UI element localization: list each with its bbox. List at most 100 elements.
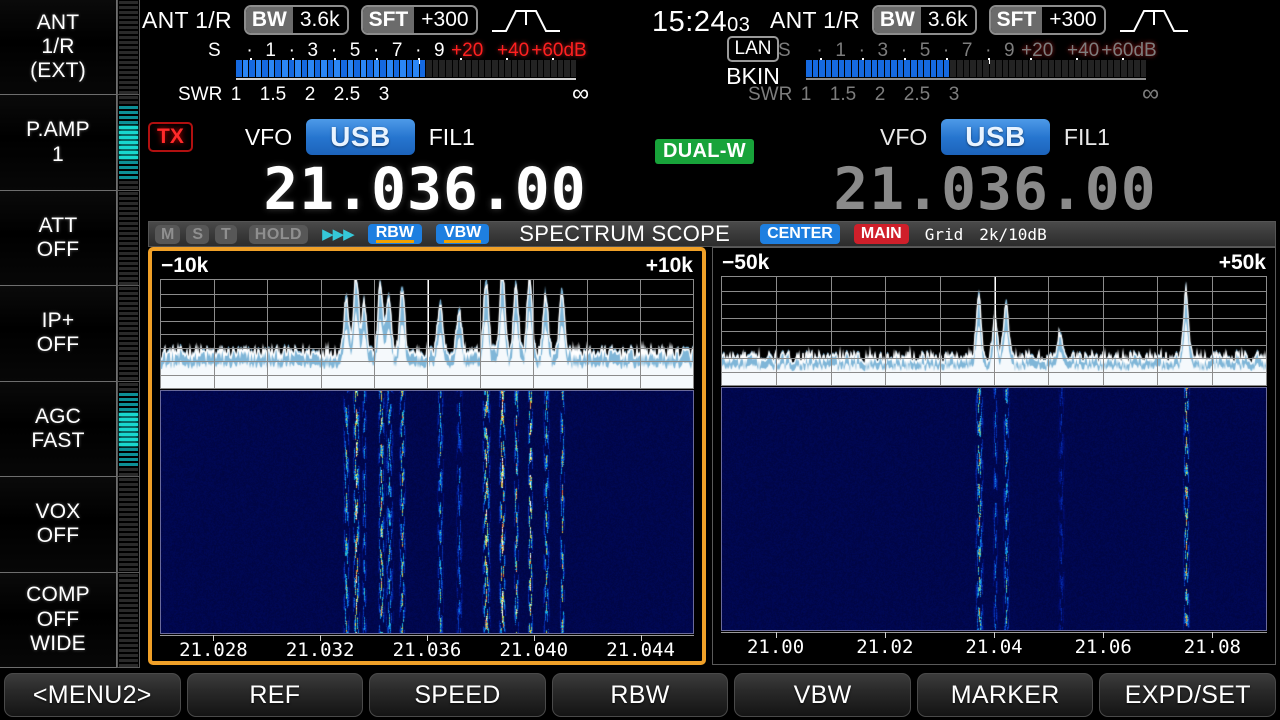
side-key-vox[interactable]: VOX OFF — [0, 476, 117, 573]
sub-filter-label[interactable]: FIL1 — [1064, 124, 1110, 151]
main-scope-tag[interactable]: MAIN — [853, 224, 909, 244]
smeter-segment — [1061, 60, 1068, 77]
sub-vfo-label[interactable]: VFO — [880, 124, 927, 151]
smeter-segment — [963, 60, 970, 77]
smeter-segment — [275, 60, 281, 77]
sub-antenna-label: ANT 1/R — [770, 6, 860, 33]
main-vfo-label[interactable]: VFO — [245, 124, 292, 151]
main-sft-indicator[interactable]: SFT +300 — [360, 5, 478, 35]
sub-spectrum-scope[interactable]: −50k +50k 21.00 21.02 21.04 21.06 21.08 — [712, 247, 1276, 665]
sub-sft-indicator[interactable]: SFT +300 — [988, 5, 1106, 35]
mini-button-t[interactable]: T — [215, 224, 237, 244]
mini-button-m[interactable]: M — [155, 224, 181, 244]
main-spectrum-scope[interactable]: −10k +10k 21.028 21.032 21.036 21.040 21.044 — [148, 247, 706, 665]
smeter-segment — [491, 60, 498, 77]
main-bw-indicator[interactable]: BW 3.6k — [243, 5, 349, 35]
sub-receiver-panel: ANT 1/R BW 3.6k SFT +300 S · 1 · 3 · 5 · 7 · 9 +20… — [710, 0, 1280, 223]
smeter-segment — [1029, 60, 1035, 77]
softkey-speed[interactable]: SPEED — [369, 673, 546, 717]
main-frequency-display[interactable]: 21.036.00 — [140, 155, 710, 223]
softkey-rbw[interactable]: RBW — [551, 673, 729, 717]
side-meter-agc — [117, 380, 140, 478]
smeter-segment — [904, 60, 910, 77]
smeter-segment — [937, 60, 943, 77]
main-swr-infinity: ∞ — [572, 80, 590, 107]
smeter-segment — [858, 60, 865, 77]
axis-label: 21.040 — [499, 639, 569, 661]
side-key-agc[interactable]: AGC FAST — [0, 380, 117, 478]
softkey-marker[interactable]: MARKER — [916, 673, 1094, 717]
sub-bw-indicator[interactable]: BW 3.6k — [871, 5, 977, 35]
smeter-segment — [1009, 60, 1015, 77]
smeter-segment — [1048, 60, 1055, 77]
side-key-pamp[interactable]: P.AMP 1 — [0, 94, 117, 191]
side-meter-ant — [117, 0, 140, 96]
side-key-att[interactable]: ATT OFF — [0, 189, 117, 287]
smeter-segment — [386, 60, 393, 77]
sub-frequency-display[interactable]: 21.036.00 — [710, 155, 1280, 223]
side-meter-ipplus — [117, 285, 140, 382]
side-key-ipplus[interactable]: IP+ OFF — [0, 285, 117, 382]
smeter-segment — [570, 60, 577, 77]
softkey-vbw[interactable]: VBW — [734, 673, 911, 717]
main-s-scale: · 1 · 3 · 5 · 7 · 9 +20 +40 +60dB — [236, 38, 586, 61]
side-meter-column — [117, 0, 140, 668]
main-scope-span-left: −10k — [161, 254, 209, 277]
side-meter-att — [117, 189, 140, 287]
axis-label: 21.08 — [1183, 636, 1241, 658]
softkey-expd-set[interactable]: EXPD/SET — [1099, 673, 1277, 717]
side-key-agc-line-0: AGC — [34, 404, 82, 428]
smeter-segment — [884, 60, 891, 77]
soft-key-bar: <MENU2> REF SPEED RBW VBW MARKER EXPD/SET — [0, 670, 1280, 720]
smeter-segment — [465, 60, 472, 77]
smeter-segment — [413, 60, 419, 77]
sub-mode-button[interactable]: USB — [941, 119, 1050, 155]
network-status: LAN BKIN — [715, 36, 791, 90]
smeter-segment — [367, 60, 373, 77]
side-key-ant-line-1: 1/R — [41, 35, 75, 59]
main-scope-plot — [160, 279, 694, 389]
main-filter-label[interactable]: FIL1 — [429, 124, 475, 151]
smeter-segment — [1114, 60, 1120, 77]
main-status-row: ANT 1/R BW 3.6k SFT +300 — [142, 4, 562, 36]
mini-button-s[interactable]: S — [186, 224, 209, 244]
side-key-pamp-line-0: P.AMP — [26, 118, 90, 142]
smeter-segment — [255, 60, 262, 77]
smeter-segment — [321, 60, 327, 77]
center-mode-tag[interactable]: CENTER — [760, 224, 840, 244]
swr-tick: 2 — [304, 84, 316, 105]
main-mode-button[interactable]: USB — [306, 119, 415, 155]
smeter-segment — [1055, 60, 1061, 77]
sub-scope-span-right: +50k — [1218, 251, 1266, 274]
smeter-segment — [1002, 60, 1009, 77]
sub-status-row: ANT 1/R BW 3.6k SFT +300 — [770, 4, 1190, 36]
axis-label: 21.00 — [746, 636, 805, 658]
main-receiver-panel: ANT 1/R BW 3.6k SFT +300 S · 1 · 3 · 5 · 7 · 9 +20… — [140, 0, 710, 223]
main-sft-key: SFT — [362, 7, 415, 33]
side-key-comp[interactable]: COMP OFF WIDE — [0, 571, 117, 668]
smeter-segment — [373, 60, 380, 77]
smeter-segment — [1134, 60, 1140, 77]
smeter-segment — [557, 60, 564, 77]
axis-label: 21.044 — [606, 639, 675, 661]
transceiver-screen: ANT 1/R (EXT) P.AMP 1 ATT OFF IP+ OFF AGC FAST VOX O… — [0, 0, 1280, 720]
sub-s-baseline — [806, 78, 1146, 80]
smeter-segment — [838, 60, 845, 77]
smeter-segment — [354, 60, 360, 77]
smeter-segment — [1107, 60, 1114, 77]
swr-tick: 3 — [378, 84, 390, 105]
axis-label: 21.028 — [179, 639, 248, 661]
rbw-tag[interactable]: RBW — [367, 224, 422, 244]
softkey-menu2[interactable]: <MENU2> — [4, 673, 181, 717]
sweep-arrows-icon: ▶▶▶ — [322, 226, 355, 243]
sub-s-meter: S · 1 · 3 · 5 · 7 · 9 +20 +40 +60dB SWR ∞ 1 1.5 2 2.5 3 — [710, 38, 1280, 110]
vbw-tag[interactable]: VBW — [435, 224, 490, 244]
smeter-segment — [1094, 60, 1101, 77]
smeter-segment — [347, 60, 354, 77]
softkey-ref[interactable]: REF — [186, 673, 364, 717]
hold-button[interactable]: HOLD — [248, 224, 309, 244]
lan-indicator: LAN — [726, 36, 780, 62]
side-key-ant[interactable]: ANT 1/R (EXT) — [0, 0, 117, 96]
side-key-comp-line-2: WIDE — [30, 631, 86, 655]
swr-tick: 1 — [800, 84, 812, 105]
